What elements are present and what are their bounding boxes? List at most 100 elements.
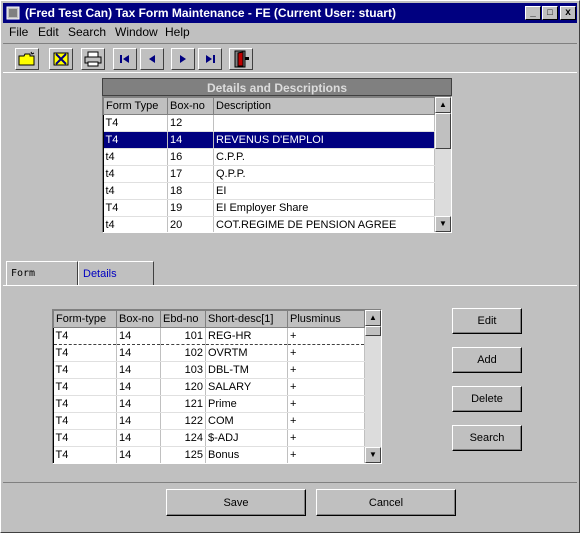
scroll-thumb[interactable] xyxy=(365,326,381,336)
delete-button[interactable]: Delete xyxy=(452,386,522,412)
cell-description: EI Employer Share xyxy=(213,199,435,217)
cell-plusminus: + xyxy=(287,327,365,345)
tab-details[interactable]: Details xyxy=(78,261,154,285)
first-record-icon xyxy=(120,55,129,63)
add-button[interactable]: Add xyxy=(452,347,522,373)
cell-form-type: T4 xyxy=(103,114,168,132)
scroll-up-arrow-icon[interactable]: ▲ xyxy=(435,97,451,113)
last-record-icon xyxy=(206,55,215,63)
cell-form-type: T4 xyxy=(53,395,117,413)
cell-ebd-no: 120 xyxy=(160,378,206,396)
edit-button[interactable]: Edit xyxy=(452,308,522,334)
previous-record-button[interactable] xyxy=(140,48,164,70)
menu-file[interactable]: File xyxy=(9,25,28,39)
cell-short-desc: Bonus xyxy=(205,446,288,463)
cell-ebd-no: 125 xyxy=(160,446,206,463)
cell-box-no: 14 xyxy=(116,361,161,379)
form-grid-row[interactable]: T4 14 101 REG-HR + xyxy=(53,327,365,345)
details-row[interactable]: T4 12 xyxy=(103,114,435,132)
delete-toolbar-button[interactable] xyxy=(49,48,73,70)
cell-ebd-no: 102 xyxy=(160,344,206,362)
cell-form-type: T4 xyxy=(103,131,168,149)
app-icon[interactable] xyxy=(6,6,20,20)
maximize-button[interactable]: □ xyxy=(542,6,558,20)
cell-short-desc: Prime xyxy=(205,395,288,413)
exit-button[interactable] xyxy=(229,48,253,70)
cell-plusminus: + xyxy=(287,361,365,379)
column-header-form-type[interactable]: Form-type xyxy=(53,310,117,328)
details-row[interactable]: T4 19 EI Employer Share xyxy=(103,199,435,217)
cancel-button[interactable]: Cancel xyxy=(316,489,456,516)
scroll-down-arrow-icon[interactable]: ▼ xyxy=(365,447,381,463)
cell-form-type: T4 xyxy=(53,412,117,430)
column-header-box-no[interactable]: Box-no xyxy=(167,97,214,115)
menu-search[interactable]: Search xyxy=(68,25,106,39)
form-grid-row[interactable]: T4 14 122 COM + xyxy=(53,412,365,430)
menu-window[interactable]: Window xyxy=(115,25,158,39)
print-button[interactable] xyxy=(81,48,105,70)
cell-short-desc: OVRTM xyxy=(205,344,288,362)
scroll-up-arrow-icon[interactable]: ▲ xyxy=(365,310,381,326)
details-grid[interactable]: Form Type Box-no Description T4 12 T4 14 REV… xyxy=(102,96,452,233)
form-grid[interactable]: Form-type Box-no Ebd-no Short-desc[1] Pl… xyxy=(52,309,382,464)
cell-description: REVENUS D'EMPLOI xyxy=(213,131,435,149)
form-grid-row[interactable]: T4 14 121 Prime + xyxy=(53,395,365,413)
cell-plusminus: + xyxy=(287,378,365,396)
cell-plusminus: + xyxy=(287,412,365,430)
print-icon xyxy=(84,51,102,67)
form-grid-scrollbar[interactable]: ▲ ▼ xyxy=(365,310,381,463)
form-grid-row[interactable]: T4 14 103 DBL-TM + xyxy=(53,361,365,379)
details-row[interactable]: T4 14 REVENUS D'EMPLOI xyxy=(103,131,435,149)
form-grid-row[interactable]: T4 14 124 $-ADJ + xyxy=(53,429,365,447)
cell-box-no: 19 xyxy=(167,199,214,217)
open-button[interactable] xyxy=(15,48,39,70)
form-grid-row[interactable]: T4 14 102 OVRTM + xyxy=(53,344,365,362)
cell-box-no: 14 xyxy=(116,429,161,447)
save-button[interactable]: Save xyxy=(166,489,306,516)
cell-form-type: t4 xyxy=(103,216,168,232)
column-header-short-desc[interactable]: Short-desc[1] xyxy=(205,310,288,328)
minimize-button[interactable]: _ xyxy=(525,6,541,20)
cell-description xyxy=(213,114,435,132)
column-header-ebd-no[interactable]: Ebd-no xyxy=(160,310,206,328)
title-bar[interactable]: (Fred Test Can) Tax Form Maintenance - F… xyxy=(3,3,577,23)
details-scrollbar[interactable]: ▲ ▼ xyxy=(435,97,451,232)
form-grid-row[interactable]: T4 14 125 Bonus + xyxy=(53,446,365,463)
cell-ebd-no: 103 xyxy=(160,361,206,379)
close-button[interactable]: x xyxy=(560,6,576,20)
column-header-description[interactable]: Description xyxy=(213,97,435,115)
menu-help[interactable]: Help xyxy=(165,25,190,39)
details-row[interactable]: t4 17 Q.P.P. xyxy=(103,165,435,183)
cell-form-type: T4 xyxy=(53,378,117,396)
details-grid-title: Details and Descriptions xyxy=(102,78,452,96)
cell-box-no: 14 xyxy=(116,344,161,362)
cell-form-type: t4 xyxy=(103,182,168,200)
cell-form-type: T4 xyxy=(53,327,117,345)
cell-plusminus: + xyxy=(287,344,365,362)
search-button[interactable]: Search xyxy=(452,425,522,451)
tab-form[interactable]: Form xyxy=(6,261,78,285)
form-grid-row[interactable]: T4 14 120 SALARY + xyxy=(53,378,365,396)
exit-door-icon xyxy=(234,50,249,68)
scroll-down-arrow-icon[interactable]: ▼ xyxy=(435,216,451,232)
cell-form-type: t4 xyxy=(103,148,168,166)
column-header-form-type[interactable]: Form Type xyxy=(103,97,168,115)
column-header-plusminus[interactable]: Plusminus xyxy=(287,310,365,328)
window-title: (Fred Test Can) Tax Form Maintenance - F… xyxy=(25,6,396,20)
column-header-box-no[interactable]: Box-no xyxy=(116,310,161,328)
menu-bar: File Edit Search Window Help xyxy=(3,23,577,42)
next-record-button[interactable] xyxy=(171,48,195,70)
cell-box-no: 20 xyxy=(167,216,214,232)
cell-plusminus: + xyxy=(287,395,365,413)
details-row[interactable]: t4 16 C.P.P. xyxy=(103,148,435,166)
menu-edit[interactable]: Edit xyxy=(38,25,59,39)
last-record-button[interactable] xyxy=(198,48,222,70)
details-row[interactable]: t4 20 COT.REGIME DE PENSION AGREE xyxy=(103,216,435,232)
first-record-button[interactable] xyxy=(113,48,137,70)
cell-ebd-no: 124 xyxy=(160,429,206,447)
cell-box-no: 12 xyxy=(167,114,214,132)
cell-box-no: 14 xyxy=(116,412,161,430)
cell-box-no: 17 xyxy=(167,165,214,183)
details-row[interactable]: t4 18 EI xyxy=(103,182,435,200)
scroll-thumb[interactable] xyxy=(435,113,451,149)
